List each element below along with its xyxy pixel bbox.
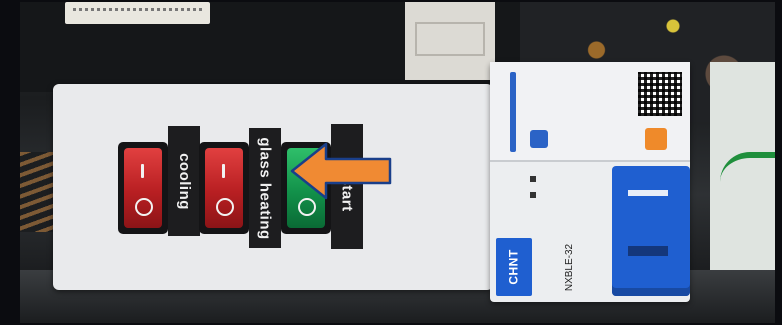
breaker-reset-button[interactable] [645, 128, 667, 150]
breaker-indicator [520, 170, 600, 220]
breaker-brand-text: CHNT [506, 249, 521, 285]
label-cooling: cooling [168, 126, 200, 236]
switch-on-mark [141, 164, 144, 178]
breaker-brand-label: CHNT [496, 238, 532, 296]
breaker-test-button[interactable] [530, 130, 548, 148]
switch-on-mark [222, 164, 225, 178]
switch-panel: cooling glass heating restart [53, 84, 493, 290]
rocker-switch-1[interactable] [118, 142, 168, 234]
background-sticker [65, 2, 210, 24]
label-glass-heating-text: glass heating [256, 136, 274, 240]
arrow-left-icon [290, 142, 392, 200]
background-cabinet-door [405, 2, 495, 80]
qr-code [638, 72, 682, 116]
breaker-blue-strip [510, 72, 516, 152]
photo: cooling glass heating restart CHNT NXBLE… [20, 2, 775, 323]
rocker-switch-1-red[interactable] [124, 148, 162, 228]
switch-off-mark [298, 198, 316, 216]
breaker-model-text: NXBLE-32 [564, 243, 576, 291]
switch-off-mark [135, 198, 153, 216]
breaker-top-module [490, 62, 690, 162]
breaker-model-label: NXBLE-32 [540, 238, 600, 296]
rocker-switch-2[interactable] [199, 142, 249, 234]
photo-frame: cooling glass heating restart CHNT NXBLE… [0, 0, 782, 325]
switch-off-mark [216, 198, 234, 216]
circuit-breaker: CHNT NXBLE-32 [490, 62, 690, 302]
label-cooling-text: cooling [175, 152, 193, 210]
rocker-switch-2-red[interactable] [205, 148, 243, 228]
breaker-toggle[interactable] [612, 166, 690, 296]
label-glass-heating: glass heating [249, 128, 281, 248]
